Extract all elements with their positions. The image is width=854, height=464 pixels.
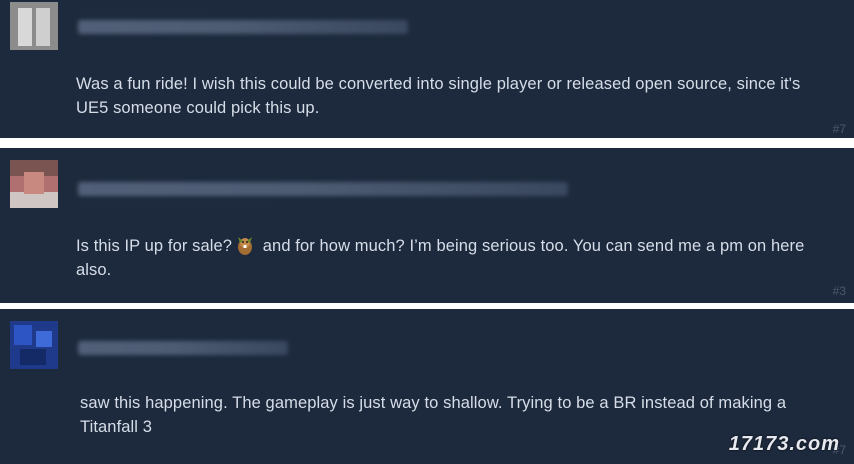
comment-text: Was a fun ride! I wish this could be con…: [76, 75, 801, 117]
avatar[interactable]: [10, 2, 58, 50]
beaver-emoji-icon: [238, 237, 253, 255]
comment-text: saw this happening. The gameplay is just…: [80, 394, 787, 436]
comment-item: saw this happening. The gameplay is just…: [0, 309, 854, 464]
author-name-blurred[interactable]: [78, 341, 288, 355]
comment-item: Is this IP up for sale? and for how much…: [0, 148, 854, 303]
comment-text: Is this IP up for sale? and for how much…: [76, 234, 836, 282]
comment-number[interactable]: #7: [833, 122, 846, 136]
author-name-blurred[interactable]: [78, 20, 408, 34]
author-name-blurred[interactable]: [78, 182, 568, 196]
watermark: 17173.com: [728, 433, 840, 455]
comment-number[interactable]: #3: [833, 284, 846, 298]
comment-item: Was a fun ride! I wish this could be con…: [0, 0, 854, 138]
avatar[interactable]: [10, 160, 58, 208]
avatar[interactable]: [10, 321, 58, 369]
comment-text-part: Is this IP up for sale?: [76, 237, 233, 255]
